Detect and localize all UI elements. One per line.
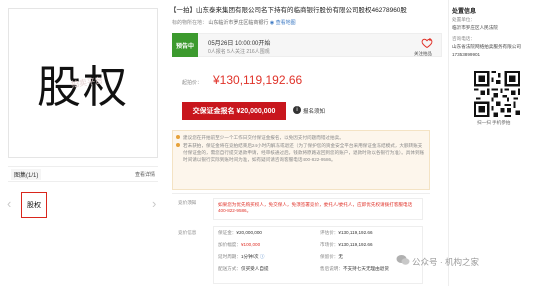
notice-box: 建议您在开拍前至少一个工作日交付保证金报名，以免因支付问题而错过拍卖。 若未获拍…: [172, 130, 430, 190]
increment-label: 加价幅度：: [218, 242, 241, 247]
qr-code-icon: [474, 71, 520, 117]
after-sale-value: 不支持七天无理由退货: [342, 266, 389, 271]
disposal-unit-value[interactable]: 临沂市罗庄区人民法院: [452, 25, 498, 31]
participant-stats: 0人报名 5人关注 216人围观: [208, 49, 270, 55]
market-price-value: ¥130,119,192.66: [338, 242, 373, 247]
info-row: 市场价：¥130,119,192.66: [320, 242, 373, 248]
deposit-register-button[interactable]: 交保证金报名 ¥20,000,000: [182, 102, 286, 120]
reserve-label: 保留价：: [320, 254, 339, 259]
market-price-label: 市场价：: [320, 242, 339, 247]
delay-value: 1分钟/次: [240, 254, 259, 259]
info-row: 评估价：¥130,119,192.66: [320, 230, 373, 236]
location-value: 山东临沂市罗庄区临商银行: [208, 20, 269, 26]
location-label: 标的物所在地：: [172, 20, 208, 26]
wechat-icon: [396, 255, 410, 265]
deposit-label: 保证金：: [218, 230, 237, 235]
status-badge: 预告中: [172, 33, 198, 57]
notice-item: 建议您在开拍前至少一个工作日交付保证金报名，以免因支付问题而错过拍卖。: [176, 134, 425, 141]
start-price-label: 起拍价：: [182, 80, 203, 86]
guide-text: 如果您为优先购买权人，免交保人，免须签署竞价，委托人/委托人，应即优先权请拨打客…: [218, 202, 413, 213]
chevron-right-icon[interactable]: ›: [152, 196, 156, 211]
gallery-counter: 图集(1/1): [11, 168, 42, 180]
delivery-value: 仅买受人自提: [240, 266, 269, 271]
registration-notice-link[interactable]: 报名须知: [303, 107, 325, 115]
delivery-label: 配送方式：: [218, 266, 241, 271]
info-row: 售后说明：不支持七天无理由退货: [320, 266, 389, 272]
bid-info-section-label: 竞价信息: [178, 230, 197, 235]
disposal-unit-label: 处置单位：: [452, 17, 475, 22]
appraisal-label: 评估价：: [320, 230, 339, 235]
info-row: 延时周期：1分钟/次 ⓘ: [218, 254, 265, 260]
disposal-title: 处置信息: [452, 9, 477, 15]
appraisal-value: ¥130,119,192.66: [338, 230, 373, 235]
main-image[interactable]: 股权 拍卖平台: [8, 8, 158, 158]
start-time: 05月26日 10:00:00开始: [208, 41, 271, 47]
account-watermark: 公众号 · 机构之家: [412, 257, 480, 267]
guide-section-label: 竞价须知: [178, 200, 197, 205]
qr-label: 扫一扫 手机参拍: [477, 120, 511, 125]
help-icon[interactable]: ⓘ: [260, 254, 265, 259]
chevron-left-icon[interactable]: ‹: [7, 196, 11, 211]
contact-value: 山东省法院网络拍卖服务有限公司: [452, 44, 521, 49]
notice-item: 若未获拍，保证金将在竞拍结束后24小时内解冻或退还（为了保护您的资金安全平台采用…: [176, 143, 425, 162]
start-price: ¥130,119,192.66: [213, 73, 303, 87]
gallery-thumbnail[interactable]: 股权: [21, 192, 47, 218]
gallery-bar: 图集(1/1) 查看详情: [8, 166, 158, 182]
info-row: 保留价：无: [320, 254, 343, 260]
heart-icon[interactable]: [421, 37, 433, 49]
view-map-link[interactable]: 查看地图: [276, 20, 296, 26]
guide-box: 如果您为优先购买权人，免交保人，免须签署竞价，委托人/委托人，应即优先权请拨打客…: [213, 198, 423, 220]
right-sidebar: [448, 0, 550, 286]
thumbnail-text: 股权: [27, 201, 41, 209]
info-row: 配送方式：仅买受人自提: [218, 266, 269, 272]
info-row: 加价幅度：¥100,000: [218, 242, 260, 248]
follow-label[interactable]: 关注拍品: [414, 51, 432, 57]
contact-label: 咨询电话：: [452, 36, 475, 41]
view-detail-link[interactable]: 查看详情: [135, 171, 155, 178]
contact-phone: 17353899901: [452, 52, 481, 57]
delay-label: 延时周期：: [218, 254, 241, 259]
location-line: 标的物所在地： 山东临沂市罗庄区临商银行 ◉ 查看地图: [172, 19, 296, 26]
deposit-value: ¥20,000,000: [236, 230, 262, 235]
page-title: 【一拍】山东泰来集团有限公司名下持有的临商银行股份有限公司股权46278960股: [170, 7, 407, 14]
divider: [172, 193, 430, 194]
map-pin-icon: ◉: [269, 20, 275, 26]
info-row: 保证金：¥20,000,000: [218, 230, 262, 236]
info-icon: i: [293, 106, 301, 114]
increment-value: ¥100,000: [240, 242, 261, 247]
after-sale-label: 售后说明：: [320, 266, 343, 271]
reserve-value: 无: [338, 254, 343, 259]
